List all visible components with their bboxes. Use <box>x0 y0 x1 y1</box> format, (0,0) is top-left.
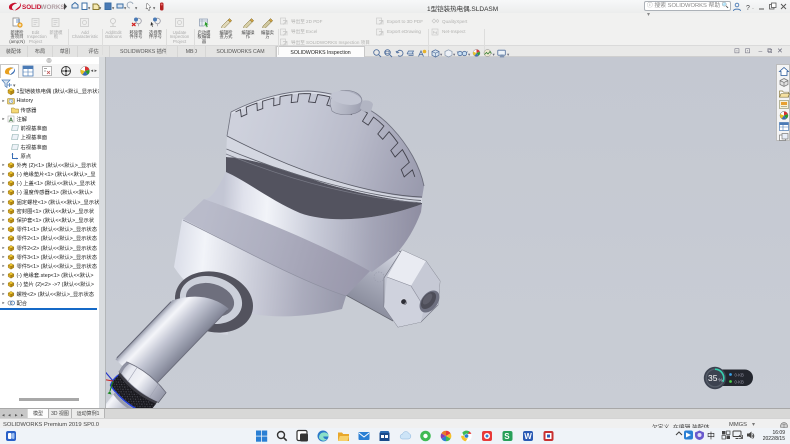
svg-text:▾: ▾ <box>135 6 138 11</box>
svg-text:0·KB: 0·KB <box>735 379 745 384</box>
svg-text:A: A <box>9 117 13 123</box>
svg-text:%: % <box>719 378 723 383</box>
svg-text:▾: ▾ <box>88 6 91 11</box>
svg-text:▾: ▾ <box>453 52 456 57</box>
svg-text:0·KB: 0·KB <box>735 372 745 377</box>
svg-text:·: · <box>752 6 754 12</box>
svg-text:▾: ▾ <box>468 52 471 57</box>
svg-text:▾: ▾ <box>493 52 496 57</box>
svg-text:▾: ▾ <box>440 52 443 57</box>
svg-text:中: 中 <box>707 431 715 441</box>
svg-text:WORKS: WORKS <box>41 4 65 11</box>
svg-text:S: S <box>504 432 510 441</box>
svg-text:▾: ▾ <box>153 6 156 11</box>
svg-text:▾: ▾ <box>99 6 102 11</box>
svg-text:▾: ▾ <box>507 52 510 57</box>
svg-text:SOLID: SOLID <box>22 4 42 11</box>
svg-text:W: W <box>524 432 532 441</box>
svg-text:▾: ▾ <box>124 6 127 11</box>
svg-text:?: ? <box>746 5 750 12</box>
svg-text:35: 35 <box>708 373 718 383</box>
svg-text:▾: ▾ <box>112 6 115 11</box>
